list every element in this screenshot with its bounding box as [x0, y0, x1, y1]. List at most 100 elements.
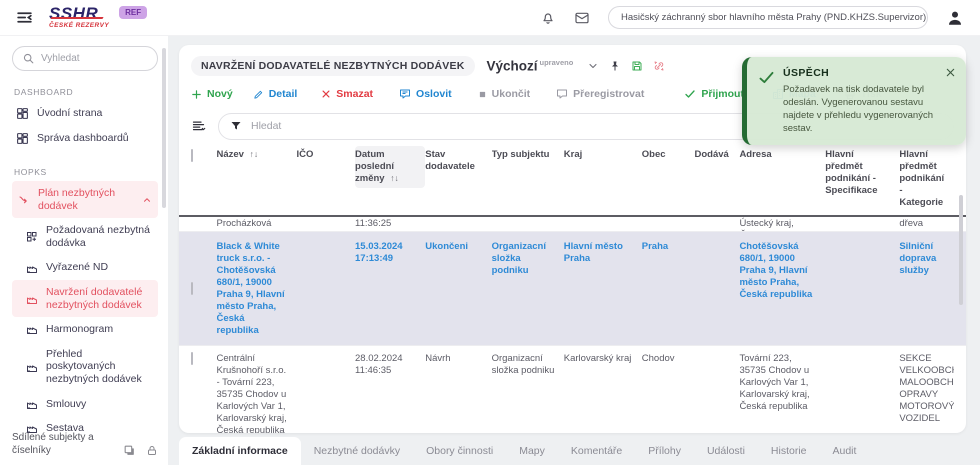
sidebar-item-prehled-poskytovanych[interactable]: Přehled poskytovaných nezbytných dodávek	[22, 342, 158, 392]
sidebar-item-label: Požadovaná nezbytná dodávka	[46, 224, 154, 249]
tab-mapy[interactable]: Mapy	[506, 437, 558, 465]
sidebar-item-vyrazene-nd[interactable]: Vyřazené ND	[22, 255, 158, 280]
page-title: NAVRŽENÍ DODAVATELÉ NEZBYTNÝCH DODÁVEK	[191, 56, 475, 76]
chevron-up-icon	[142, 195, 152, 205]
chat-icon	[556, 88, 568, 100]
search-icon	[22, 52, 35, 65]
toast-close-icon[interactable]	[945, 67, 956, 78]
user-avatar-icon[interactable]	[946, 9, 964, 27]
section-label-hopks: HOPKS	[14, 167, 158, 177]
sidebar-item-label: Vyřazené ND	[46, 261, 108, 274]
tab-nezbytne-dodavky[interactable]: Nezbytné dodávky	[301, 437, 413, 465]
branch-arrow-icon	[18, 194, 30, 206]
column-header-kategorie[interactable]: Hlavní předmět podnikání - Kategorie	[899, 146, 954, 211]
organization-selector-value: Hasičský záchranný sbor hlavního města P…	[621, 12, 926, 23]
grid-module-icon	[26, 231, 38, 243]
column-header-nazev[interactable]: Název ↑↓	[217, 146, 297, 164]
select-all-checkbox[interactable]	[191, 149, 193, 162]
factory-icon	[26, 361, 38, 373]
column-layout-icon[interactable]	[191, 119, 206, 134]
contact-button[interactable]: Oslovit	[399, 88, 452, 100]
sidebar-search-input[interactable]	[41, 53, 141, 64]
save-view-icon[interactable]	[631, 60, 643, 72]
tab-obory-cinnosti[interactable]: Obory činnosti	[413, 437, 506, 465]
top-bar: SSHR ČESKÉ REZERVY REF Hasičský záchrann…	[0, 0, 980, 36]
messages-envelope-icon[interactable]	[574, 10, 590, 26]
detail-button[interactable]: Detail	[253, 88, 298, 100]
pencil-icon	[253, 89, 264, 100]
delete-button[interactable]: Smazat	[321, 88, 373, 100]
column-header-obec[interactable]: Obec	[642, 146, 695, 164]
tab-zakladni-informace[interactable]: Základní informace	[179, 437, 301, 465]
sidebar-item-pozadovana-nezbytna-dodavka[interactable]: Požadovaná nezbytná dodávka	[22, 218, 158, 255]
column-header-dodava[interactable]: Dodává	[694, 146, 739, 164]
sidebar-collapse-icon[interactable]	[16, 9, 33, 26]
notifications-bell-icon[interactable]	[540, 10, 556, 26]
x-icon	[321, 89, 331, 99]
check-icon	[684, 88, 696, 100]
lock-icon[interactable]	[146, 444, 158, 457]
sidebar-footer-label[interactable]: Sdílené subjekty a číselníky	[12, 432, 123, 457]
row-checkbox[interactable]	[191, 352, 193, 365]
tab-udalosti[interactable]: Události	[694, 437, 758, 465]
sidebar-scrollbar[interactable]	[162, 48, 166, 208]
suppliers-table: Název ↑↓ IČO Datum poslední změny ↑↓ Sta…	[191, 146, 954, 433]
new-button[interactable]: Nový	[191, 88, 233, 100]
status-badge: Ukončeni	[425, 232, 491, 262]
reregister-button[interactable]: Přeregistrovat	[556, 88, 644, 100]
tab-audit[interactable]: Audit	[820, 437, 870, 465]
pin-view-icon[interactable]	[609, 60, 621, 72]
factory-icon	[26, 323, 38, 335]
sidebar: DASHBOARD Úvodní strana Správa dashboard…	[0, 36, 168, 465]
stop-square-icon	[478, 90, 487, 99]
table-row[interactable]: Procházková 11:36:25 Ústecký kraj, Česká…	[179, 217, 966, 232]
sidebar-item-label: Plán nezbytných dodávek	[38, 187, 134, 212]
sidebar-search[interactable]	[12, 46, 158, 71]
app-logo[interactable]: SSHR ČESKÉ REZERVY	[49, 5, 109, 30]
unlink-view-icon[interactable]	[653, 60, 665, 72]
view-chevron-down-icon[interactable]	[587, 60, 599, 72]
sidebar-item-smlouvy[interactable]: Smlouvy	[22, 392, 158, 417]
sidebar-item-uvodni-strana[interactable]: Úvodní strana	[12, 101, 158, 126]
sort-icon[interactable]: ↑↓	[250, 149, 259, 159]
status-badge: Návrh	[425, 346, 491, 372]
accept-button[interactable]: Přijmout	[684, 88, 744, 100]
factory-icon	[26, 293, 38, 305]
organization-selector[interactable]: Hasičský záchranný sbor hlavního města P…	[608, 6, 928, 29]
column-header-kraj[interactable]: Kraj	[564, 146, 642, 164]
tab-komentare[interactable]: Komentáře	[558, 437, 635, 465]
view-selector[interactable]: Výchozíupraveno	[487, 58, 574, 74]
sort-icon[interactable]: ↑↓	[390, 173, 399, 183]
table-header-row: Název ↑↓ IČO Datum poslední změny ↑↓ Sta…	[179, 146, 966, 217]
column-header-ico[interactable]: IČO	[296, 146, 355, 164]
sidebar-item-label: Úvodní strana	[37, 107, 102, 120]
tab-historie[interactable]: Historie	[758, 437, 820, 465]
success-check-icon	[758, 69, 775, 86]
row-checkbox[interactable]	[191, 282, 193, 295]
logo-text: SSHR	[49, 5, 109, 22]
column-header-specifikace[interactable]: Hlavní předmět podnikání - Specifikace	[825, 146, 899, 200]
sidebar-item-sprava-dashboardu[interactable]: Správa dashboardů	[12, 126, 158, 151]
toast-title: ÚSPĚCH	[783, 67, 954, 79]
sidebar-item-plan-nezbytnych-dodavek[interactable]: Plán nezbytných dodávek	[12, 181, 158, 218]
tab-prilohy[interactable]: Přílohy	[635, 437, 694, 465]
logo-subtext: ČESKÉ REZERVY	[49, 23, 109, 30]
column-header-typ[interactable]: Typ subjektu	[492, 146, 564, 164]
terminate-button[interactable]: Ukončit	[478, 88, 531, 100]
copy-icon[interactable]	[123, 444, 136, 457]
column-header-adresa[interactable]: Adresa	[739, 146, 825, 164]
toast-message: Požadavek na tisk dodavatele byl odeslán…	[783, 83, 954, 135]
vertical-scrollbar[interactable]	[959, 195, 963, 305]
success-toast: ÚSPĚCH Požadavek na tisk dodavatele byl …	[742, 57, 966, 145]
filter-funnel-icon	[230, 120, 242, 132]
sidebar-item-label: Smlouvy	[46, 398, 86, 411]
sidebar-item-navrzeni-dodavatele[interactable]: Navržení dodavatelé nezbytných dodávek	[12, 280, 158, 317]
column-header-stav[interactable]: Stav dodavatele	[425, 146, 491, 176]
factory-icon	[26, 262, 38, 274]
table-row[interactable]: Centrální Krušnohoří s.r.o. - Tovární 22…	[179, 346, 966, 433]
sidebar-item-harmonogram[interactable]: Harmonogram	[22, 317, 158, 342]
sidebar-item-label: Navržení dodavatelé nezbytných dodávek	[46, 286, 154, 311]
column-header-datum[interactable]: Datum poslední změny ↑↓	[355, 146, 425, 188]
section-label-dashboard: DASHBOARD	[14, 87, 158, 97]
table-row-selected[interactable]: Black & White truck s.r.o. - Chotěšovská…	[179, 232, 966, 346]
